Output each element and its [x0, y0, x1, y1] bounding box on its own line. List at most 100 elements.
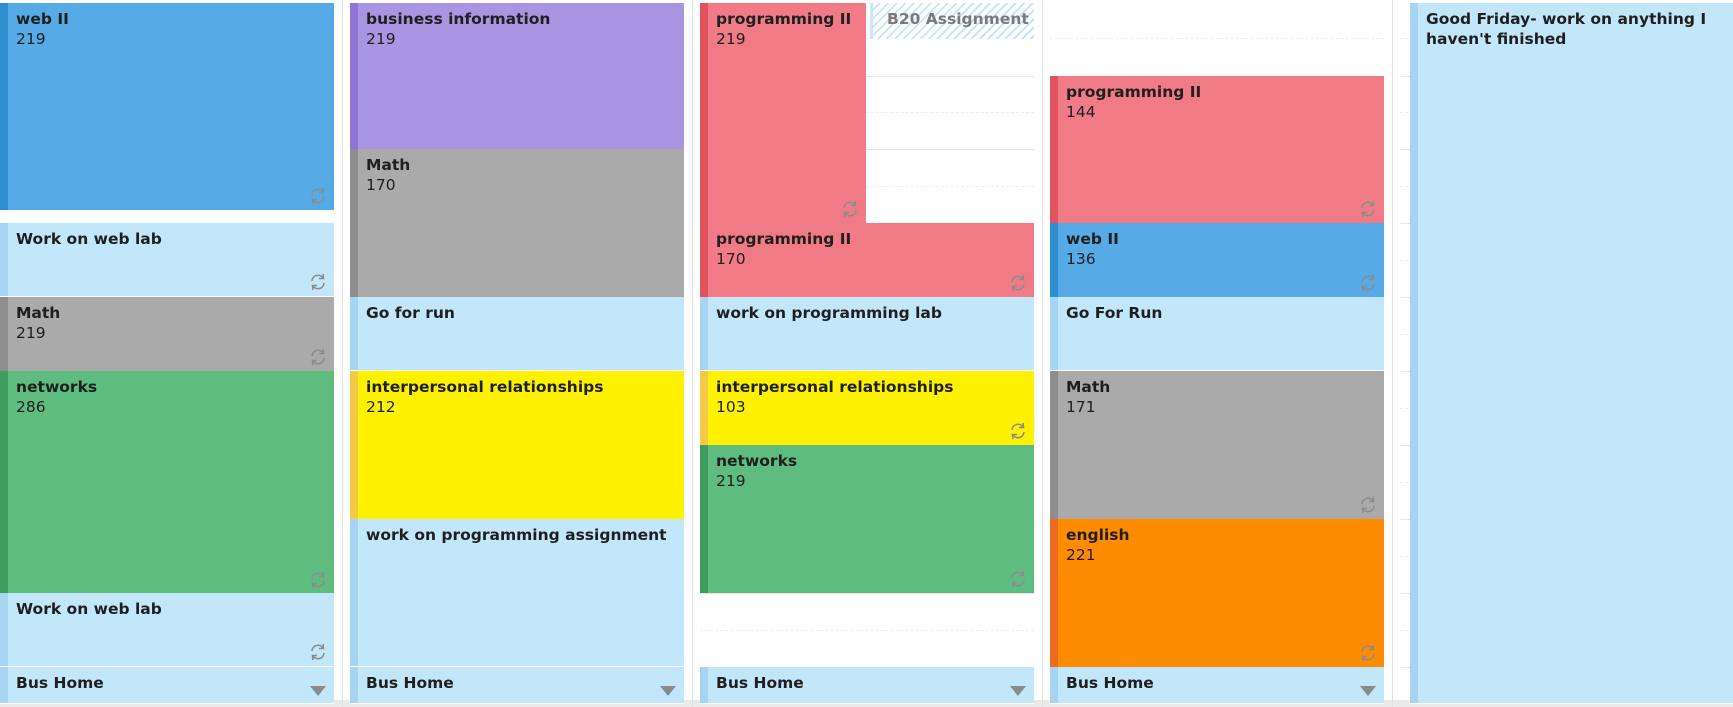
event-card[interactable]: english 221: [1050, 519, 1384, 667]
event-color-bar: [350, 519, 358, 666]
half-hour-line: [1050, 38, 1384, 39]
event-card[interactable]: networks 286: [0, 371, 334, 594]
day-column[interactable]: business information 219 Math 170 Go for run…: [350, 0, 684, 707]
event-room: 144: [1066, 103, 1096, 121]
event-card[interactable]: work on programming lab: [700, 297, 1034, 371]
day-column[interactable]: programming II 144 web II 136 Go For Run Math…: [1050, 0, 1384, 707]
event-title: programming II: [1066, 83, 1202, 101]
event-title: interpersonal relationships: [716, 378, 954, 396]
event-room: 219: [716, 472, 746, 490]
event-color-bar: [350, 297, 358, 370]
event-title: Math: [1066, 378, 1111, 396]
event-color-bar: [1410, 3, 1418, 703]
event-card[interactable]: business information 219: [350, 3, 684, 150]
event-color-bar: [0, 593, 8, 666]
dropdown-arrow-icon[interactable]: [660, 686, 676, 696]
tentative-event[interactable]: B20 Assignment 2 T: [870, 3, 1034, 39]
event-color-bar: [350, 667, 358, 703]
dropdown-arrow-icon[interactable]: [310, 686, 326, 696]
event-card[interactable]: Bus Home: [350, 667, 684, 704]
day-column[interactable]: Good Friday- work on anything I haven't …: [1400, 0, 1733, 707]
event-color-bar: [350, 149, 358, 297]
event-room: 171: [1066, 398, 1096, 416]
event-card[interactable]: Math 219: [0, 297, 334, 371]
column-separator: [692, 0, 693, 707]
event-room: 286: [16, 398, 46, 416]
dropdown-arrow-icon[interactable]: [1360, 686, 1376, 696]
recurring-arrows-icon: [1361, 200, 1375, 218]
event-card[interactable]: Go For Run: [1050, 297, 1384, 371]
recurring-arrows-icon: [311, 273, 325, 291]
event-card[interactable]: web II 219: [0, 3, 334, 210]
recurring-arrows-icon: [1011, 274, 1025, 292]
event-color-bar: [350, 3, 358, 150]
recurring-arrows-icon: [1361, 496, 1375, 514]
event-title: business information: [366, 10, 551, 28]
event-room: 219: [716, 30, 746, 48]
recurring-arrows-icon: [1361, 274, 1375, 292]
event-title: Math: [16, 304, 61, 322]
event-title: Bus Home: [16, 674, 104, 692]
event-room: 136: [1066, 250, 1096, 268]
event-card[interactable]: programming II 144: [1050, 76, 1384, 223]
event-card[interactable]: Bus Home: [1050, 667, 1384, 704]
event-color-bar: [0, 223, 8, 296]
time-slot-line: [700, 593, 1034, 594]
event-card[interactable]: work on programming assignment: [350, 519, 684, 667]
event-card[interactable]: Go for run: [350, 297, 684, 371]
event-card[interactable]: networks 219: [700, 445, 1034, 593]
event-card[interactable]: web II 136: [1050, 223, 1384, 297]
event-color-bar: [0, 667, 8, 703]
event-title: B20 Assignment 2 T: [887, 10, 1034, 28]
dropdown-arrow-icon[interactable]: [1010, 686, 1026, 696]
recurring-arrows-icon: [1011, 570, 1025, 588]
event-title: Go For Run: [1066, 304, 1163, 322]
event-title: web II: [16, 10, 69, 28]
event-title: Math: [366, 156, 411, 174]
event-room: 221: [1066, 546, 1096, 564]
event-card[interactable]: programming II 170: [700, 223, 1034, 297]
event-color-bar: [1050, 519, 1058, 667]
column-separator: [1392, 0, 1393, 707]
event-color-bar: [1050, 371, 1058, 519]
event-title: work on programming lab: [716, 304, 942, 322]
recurring-arrows-icon: [1011, 422, 1025, 440]
event-card[interactable]: interpersonal relationships 212: [350, 371, 684, 519]
event-color-bar: [700, 371, 708, 445]
event-card[interactable]: interpersonal relationships 103: [700, 371, 1034, 445]
calendar-week-view: web II 219 Work on web lab Math 219 networks 2…: [0, 0, 1733, 707]
half-hour-line: [700, 630, 1034, 631]
day-column[interactable]: web II 219 Work on web lab Math 219 networks 2…: [0, 0, 334, 707]
event-card[interactable]: Work on web lab: [0, 593, 334, 667]
event-card[interactable]: Good Friday- work on anything I haven't …: [1410, 3, 1733, 704]
event-color-bar: [700, 667, 708, 703]
event-room: 219: [366, 30, 396, 48]
recurring-arrows-icon: [311, 187, 325, 205]
day-column[interactable]: B20 Assignment 2 Tprogramming II219progr…: [700, 0, 1034, 707]
event-color-bar: [350, 371, 358, 519]
event-title: Work on web lab: [16, 600, 162, 618]
recurring-arrows-icon: [311, 571, 325, 589]
event-color-bar: [1050, 297, 1058, 370]
event-color-bar: [1050, 667, 1058, 703]
event-color-bar: [700, 3, 708, 223]
event-color-bar: [0, 3, 8, 210]
event-title: networks: [16, 378, 98, 396]
event-room: 170: [366, 176, 396, 194]
event-card[interactable]: Work on web lab: [0, 223, 334, 297]
event-card[interactable]: Math 171: [1050, 371, 1384, 519]
event-title: programming II: [716, 230, 852, 248]
event-title: interpersonal relationships: [366, 378, 604, 396]
event-room: 103: [716, 398, 746, 416]
event-card[interactable]: Bus Home: [700, 667, 1034, 704]
event-color-bar: [0, 371, 8, 594]
event-color-bar: [1050, 223, 1058, 297]
event-title: Bus Home: [366, 674, 454, 692]
event-card[interactable]: programming II 219: [700, 3, 866, 223]
event-card[interactable]: Bus Home: [0, 667, 334, 704]
event-room: 219: [16, 30, 46, 48]
event-title: web II: [1066, 230, 1119, 248]
event-card[interactable]: Math 170: [350, 149, 684, 297]
event-title: programming II: [716, 10, 852, 28]
column-separator: [1042, 0, 1043, 707]
